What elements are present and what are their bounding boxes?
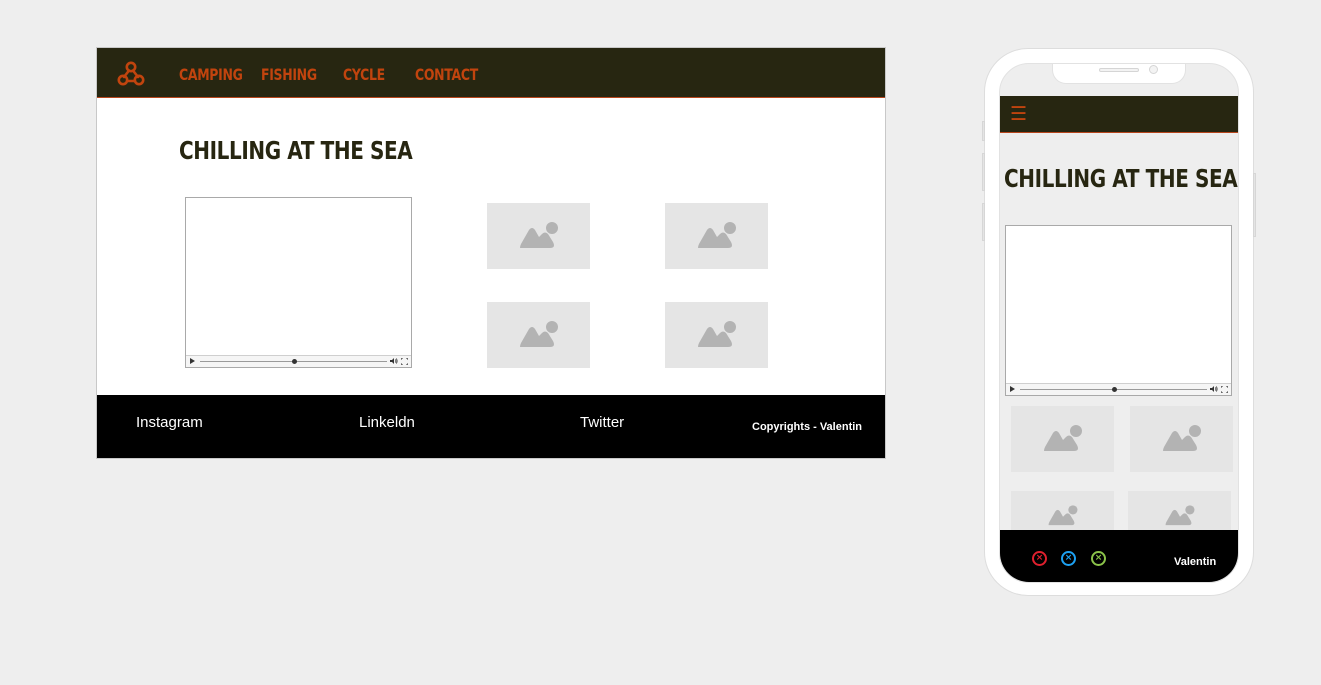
image-placeholder (1011, 406, 1114, 472)
nav-link-camping[interactable]: CAMPING (179, 65, 243, 85)
page-title: CHILLING AT THE SEA (179, 136, 413, 165)
desktop-footer: Instagram Linkeldn Twitter Copyrights - … (97, 395, 885, 458)
video-progress-track[interactable] (1020, 387, 1207, 392)
mobile-footer: × × × Valentin (1000, 530, 1238, 582)
fullscreen-icon[interactable] (1221, 386, 1228, 393)
image-placeholder (1130, 406, 1233, 472)
video-player[interactable] (185, 197, 412, 368)
footer-link-instagram[interactable]: Instagram (136, 414, 203, 432)
mobile-video-player[interactable] (1005, 225, 1232, 396)
image-placeholder-icon (1165, 505, 1194, 526)
phone-notch (1052, 64, 1186, 84)
image-placeholder-icon (697, 321, 736, 347)
copyright-text: Copyrights - Valentin (752, 421, 863, 433)
mobile-header: ☰ (1000, 96, 1238, 133)
image-placeholder-icon (1043, 425, 1082, 451)
footer-link-twitter[interactable]: Twitter (580, 414, 624, 432)
phone-side-button (1253, 173, 1256, 237)
mobile-page-title: CHILLING AT THE SEA (1004, 164, 1238, 193)
image-placeholder-icon (519, 321, 558, 347)
volume-icon[interactable] (1210, 385, 1218, 393)
image-placeholder-icon (1162, 425, 1201, 451)
play-icon[interactable] (190, 358, 195, 364)
fullscreen-icon[interactable] (401, 358, 408, 365)
phone-speaker (1099, 68, 1139, 72)
image-placeholder (665, 302, 768, 368)
video-controls (186, 355, 411, 367)
volume-icon[interactable] (390, 357, 398, 365)
hamburger-menu-icon[interactable]: ☰ (1010, 103, 1027, 125)
phone-mockup: ☰ CHILLING AT THE SEA × × × Valentin (982, 48, 1256, 596)
video-controls (1006, 383, 1231, 395)
nav-link-fishing[interactable]: FISHING (261, 65, 317, 85)
logo-icon[interactable] (115, 58, 147, 90)
twitter-icon[interactable]: × (1091, 551, 1106, 566)
footer-link-linkedin[interactable]: Linkeldn (359, 414, 415, 432)
image-placeholder-icon (1048, 505, 1077, 526)
image-placeholder (665, 203, 768, 269)
video-progress-track[interactable] (200, 359, 387, 364)
desktop-header: CAMPING FISHING CYCLE CONTACT (97, 48, 885, 98)
play-icon[interactable] (1010, 386, 1015, 392)
nav-link-cycle[interactable]: CYCLE (343, 65, 385, 85)
nav-link-contact[interactable]: CONTACT (415, 65, 478, 85)
instagram-icon[interactable]: × (1032, 551, 1047, 566)
phone-side-button (982, 121, 985, 141)
phone-side-button (982, 153, 985, 191)
phone-camera (1149, 65, 1158, 74)
image-placeholder (487, 302, 590, 368)
video-progress-knob[interactable] (291, 359, 297, 364)
phone-side-button (982, 203, 985, 241)
mobile-copyright-text: Valentin (1174, 556, 1217, 568)
phone-screen: ☰ CHILLING AT THE SEA × × × Valentin (999, 63, 1239, 583)
image-placeholder-icon (697, 222, 736, 248)
linkedin-icon[interactable]: × (1061, 551, 1076, 566)
image-placeholder (487, 203, 590, 269)
desktop-mockup: CAMPING FISHING CYCLE CONTACT CHILLING A… (96, 47, 886, 459)
image-placeholder-icon (519, 222, 558, 248)
video-progress-knob[interactable] (1111, 387, 1117, 392)
